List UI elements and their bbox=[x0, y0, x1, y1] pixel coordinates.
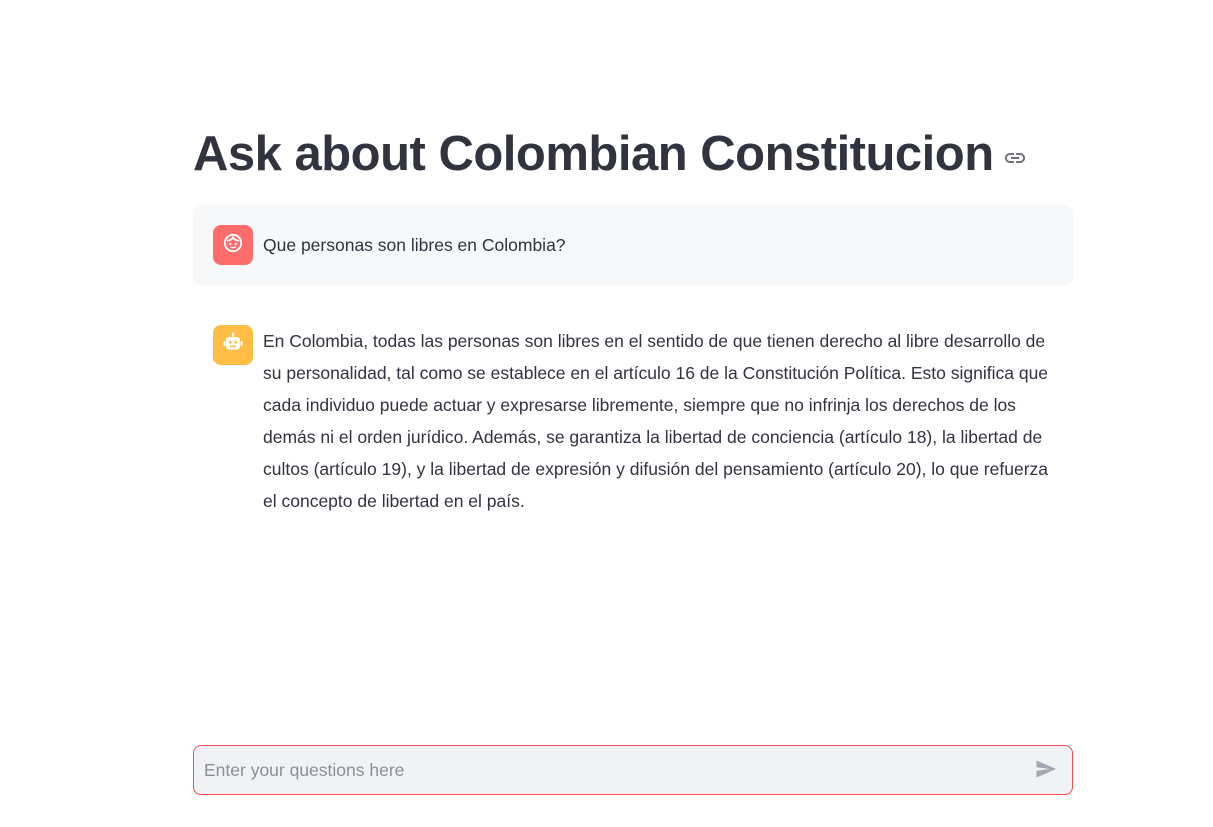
chat-input-container bbox=[193, 745, 1073, 795]
robot-icon bbox=[221, 331, 245, 360]
chat-message-assistant: En Colombia, todas las personas son libr… bbox=[193, 325, 1073, 517]
user-message-text: Que personas son libres en Colombia? bbox=[263, 235, 566, 255]
send-icon bbox=[1034, 757, 1058, 784]
user-avatar bbox=[213, 225, 253, 265]
title-row: Ask about Colombian Constitucion bbox=[193, 118, 1028, 190]
send-button[interactable] bbox=[1022, 746, 1070, 794]
link-icon[interactable] bbox=[1002, 145, 1028, 171]
user-face-icon bbox=[221, 231, 245, 260]
chat-input[interactable] bbox=[194, 746, 1022, 794]
chat-message-user: Que personas son libres en Colombia? bbox=[193, 205, 1073, 285]
app-page: Ask about Colombian Constitucion Que per… bbox=[0, 0, 1213, 827]
assistant-message-text: En Colombia, todas las personas son libr… bbox=[263, 331, 1049, 511]
page-title: Ask about Colombian Constitucion bbox=[193, 127, 994, 181]
assistant-avatar bbox=[213, 325, 253, 365]
